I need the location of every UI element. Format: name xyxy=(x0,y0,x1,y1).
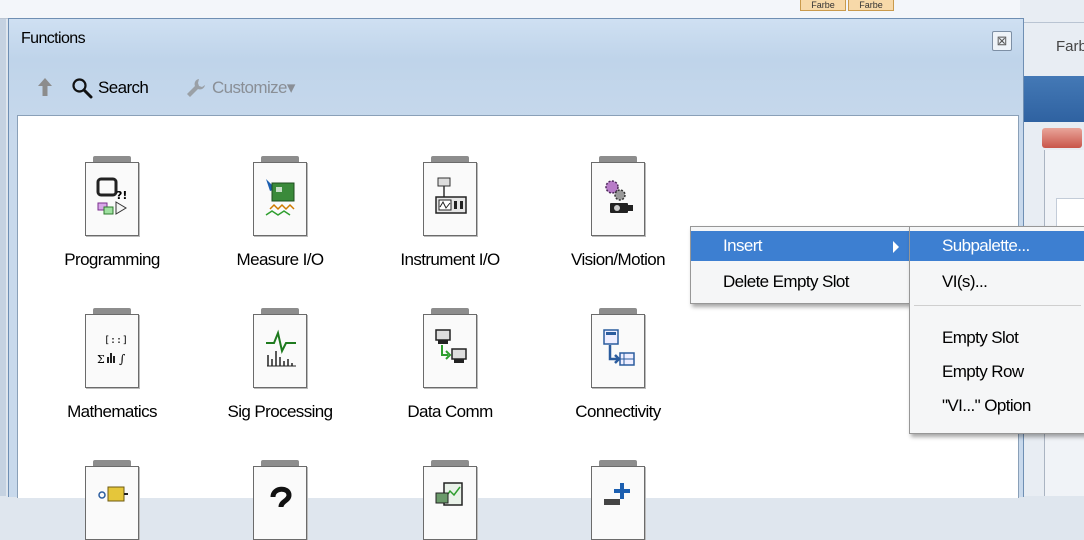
menu-item-label: VI(s)... xyxy=(942,272,988,291)
search-icon xyxy=(72,78,93,99)
menu-separator xyxy=(914,305,1081,306)
menu-item-label: Empty Slot xyxy=(942,328,1019,347)
connectivity-icon xyxy=(603,329,635,366)
search-label: Search xyxy=(98,78,149,97)
folder-icon xyxy=(253,460,307,540)
programming-icon: ?! xyxy=(96,177,127,215)
svg-text:Σ: Σ xyxy=(97,353,105,366)
palette-toolbar: Search Customize▾ xyxy=(9,63,1023,111)
menu-item-delete-empty-slot[interactable]: Delete Empty Slot xyxy=(691,267,909,297)
menu-item-vi-option[interactable]: "VI..." Option xyxy=(910,391,1084,421)
context-menu: Insert Delete Empty Slot xyxy=(690,226,910,304)
svg-text:?!: ?! xyxy=(116,189,127,202)
window-title: Functions xyxy=(21,30,86,47)
menu-item-label: Subpalette... xyxy=(942,236,1030,255)
question-mark-icon xyxy=(270,486,292,508)
background-chip-1: Farbe xyxy=(800,0,846,11)
background-blue-bar xyxy=(1020,76,1084,122)
sig-processing-icon xyxy=(266,329,296,367)
svg-text:[::]: [::] xyxy=(104,335,128,346)
instrument-io-icon xyxy=(435,177,467,214)
palette-item-label: Sig Processing xyxy=(227,402,334,421)
menu-item-insert[interactable]: Insert xyxy=(691,231,909,261)
add-on-icon xyxy=(604,483,630,505)
folder-icon xyxy=(253,156,307,236)
data-comm-icon xyxy=(435,329,467,363)
menu-item-subpalette[interactable]: Subpalette... xyxy=(910,231,1084,261)
palette-item-label: Instrument I/O xyxy=(400,250,500,269)
folder-icon xyxy=(591,308,645,388)
folder-icon xyxy=(253,308,307,388)
palette-item-label: Measure I/O xyxy=(236,250,325,269)
folder-icon: ?! xyxy=(85,156,139,236)
submenu-arrow-icon xyxy=(893,241,899,253)
folder-icon xyxy=(591,156,645,236)
palette-item-label: Vision/Motion xyxy=(571,250,666,269)
measure-io-icon xyxy=(265,179,295,216)
background-side-label: Farb xyxy=(1056,38,1084,55)
close-button[interactable]: ⊠ xyxy=(992,31,1012,51)
menu-item-label: "VI..." Option xyxy=(942,396,1031,415)
folder-icon xyxy=(85,460,139,540)
customize-label: Customize▾ xyxy=(212,78,295,97)
folder-icon xyxy=(423,460,477,540)
up-button[interactable] xyxy=(37,77,53,97)
menu-item-empty-slot[interactable]: Empty Slot xyxy=(910,323,1084,353)
svg-text:∫: ∫ xyxy=(119,352,126,366)
wrench-icon xyxy=(187,79,205,97)
vision-motion-icon xyxy=(605,180,633,213)
express-icon xyxy=(98,486,128,502)
menu-item-label: Insert xyxy=(723,236,763,255)
background-ribbon-bar xyxy=(1020,0,1084,23)
folder-icon xyxy=(423,156,477,236)
menu-item-label: Empty Row xyxy=(942,362,1024,381)
search-button[interactable]: Search xyxy=(71,77,149,99)
palette-item-label: Mathematics xyxy=(67,402,157,421)
palette-item-label: Programming xyxy=(64,250,160,269)
palette-item-label: Data Comm xyxy=(407,402,493,421)
menu-item-empty-row[interactable]: Empty Row xyxy=(910,357,1084,387)
customize-button[interactable]: Customize▾ xyxy=(185,77,295,99)
background-app-ribbon: Farbe Farbe xyxy=(0,0,1084,19)
palette-item-label: Connectivity xyxy=(575,402,661,421)
menu-item-label: Delete Empty Slot xyxy=(723,272,849,291)
background-app-edge xyxy=(0,0,6,496)
mathematics-icon: [::] Σ ∫ xyxy=(97,335,128,366)
background-close-button xyxy=(1042,128,1082,148)
insert-submenu: Subpalette... VI(s)... Empty Slot Empty … xyxy=(909,226,1084,434)
palette-content: ?! Programming Measure I/O Instrument I/… xyxy=(17,115,1019,540)
folder-icon: [::] Σ ∫ xyxy=(85,308,139,388)
up-arrow-icon xyxy=(38,78,52,96)
background-chip-2: Farbe xyxy=(848,0,894,11)
menu-item-vis[interactable]: VI(s)... xyxy=(910,267,1084,297)
folder-icon xyxy=(591,460,645,540)
report-icon xyxy=(435,482,463,506)
folder-icon xyxy=(423,308,477,388)
